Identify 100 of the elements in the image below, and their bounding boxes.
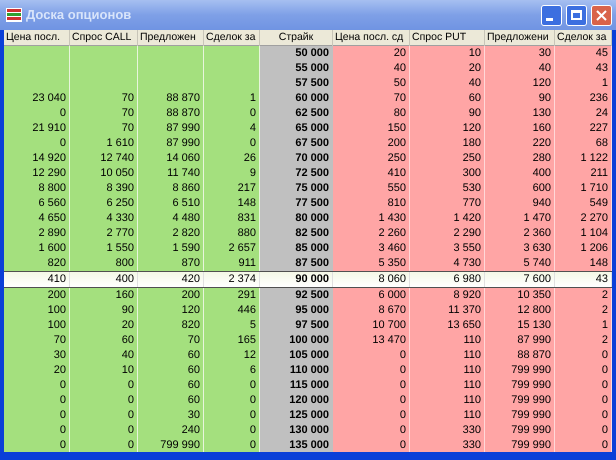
table-cell: 110: [463, 335, 481, 346]
table-cell: 831: [238, 213, 256, 224]
table-row[interactable]: 57 500 50 40 120 1: [4, 76, 612, 91]
table-row[interactable]: 21 910 70 87 990 4 65 000 150 120 160 227: [4, 121, 612, 136]
table-cell: 10: [122, 365, 134, 376]
table-cell: 4: [250, 123, 256, 134]
table-cell: 550: [388, 183, 406, 194]
table-cell: 26: [244, 153, 256, 164]
table-cell: 87 990: [166, 123, 200, 134]
table-cell: 1 550: [106, 243, 134, 254]
table-cell: 110: [463, 365, 481, 376]
strike-cell: 92 500: [295, 290, 329, 301]
table-cell: 200: [182, 290, 200, 301]
table-row[interactable]: 8 800 8 390 8 860 217 75 000 550 530 600 1 710: [4, 181, 612, 196]
table-cell: 330: [462, 425, 481, 436]
table-row[interactable]: 23 040 70 88 870 1 60 000 70 60 90 236: [4, 91, 612, 106]
table-row[interactable]: 410 400 420 2 374 90 000 8 060 6 980 7 600 43: [4, 271, 612, 288]
strike-cell: 120 000: [289, 395, 329, 406]
table-cell: 2 657: [228, 243, 256, 254]
table-row[interactable]: 4 650 4 330 4 480 831 80 000 1 430 1 420 1 470 2 270: [4, 211, 612, 226]
table-cell: 1: [250, 93, 256, 104]
table-cell: 70: [122, 93, 134, 104]
table-cell: 0: [602, 440, 608, 451]
table-cell: 4 650: [38, 213, 66, 224]
table-cell: 1 122: [580, 153, 608, 164]
table-cell: 820: [182, 320, 200, 331]
table-row[interactable]: 200 160 200 291 92 500 6 000 8 920 10 350 2: [4, 288, 612, 303]
table-row[interactable]: 50 000 20 10 30 45: [4, 46, 612, 61]
table-cell: 217: [238, 183, 256, 194]
table-row[interactable]: 0 70 88 870 0 62 500 80 90 130 24: [4, 106, 612, 121]
table-cell: 20: [54, 365, 66, 376]
table-cell: 70: [54, 335, 66, 346]
table-row[interactable]: 14 920 12 740 14 060 26 70 000 250 250 280 1 122: [4, 151, 612, 166]
table-row[interactable]: 30 40 60 12 105 000 0 110 88 870 0: [4, 348, 612, 363]
table-cell: 2 270: [580, 213, 608, 224]
strike-cell: 125 000: [289, 410, 329, 421]
table-cell: 880: [238, 228, 256, 239]
table-cell: 10 350: [517, 290, 551, 301]
table-cell: 88 870: [166, 108, 200, 119]
table-row[interactable]: 0 1 610 87 990 0 67 500 200 180 220 68: [4, 136, 612, 151]
table-cell: 8 920: [453, 290, 481, 301]
table-cell: 68: [596, 138, 608, 149]
table-cell: 0: [602, 410, 608, 421]
table-cell: 110: [463, 380, 481, 391]
table-cell: 4 330: [106, 213, 134, 224]
table-row[interactable]: 0 0 30 0 125 000 0 110 799 990 0: [4, 408, 612, 423]
table-row[interactable]: 70 60 70 165 100 000 13 470 110 87 990 2: [4, 333, 612, 348]
table-cell: 0: [602, 395, 608, 406]
strike-cell: 50 000: [295, 48, 329, 59]
minimize-button[interactable]: [541, 4, 562, 26]
table-cell: 870: [182, 258, 200, 269]
table-cell: 165: [238, 335, 256, 346]
table-row[interactable]: 1 600 1 550 1 590 2 657 85 000 3 460 3 550 3 630 1 206: [4, 241, 612, 256]
table-cell: 40: [394, 63, 406, 74]
table-row[interactable]: 100 90 120 446 95 000 8 670 11 370 12 800 2: [4, 303, 612, 318]
table-cell: 0: [250, 425, 256, 436]
table-cell: 5 350: [378, 258, 406, 269]
table-cell: 0: [602, 425, 608, 436]
table-cell: 13 650: [447, 320, 481, 331]
table-cell: 12 800: [517, 305, 551, 316]
table-cell: 410: [388, 168, 406, 179]
table-cell: 24: [596, 108, 608, 119]
strike-cell: 90 000: [295, 274, 329, 285]
table-row[interactable]: 6 560 6 250 6 510 148 77 500 810 770 940 549: [4, 196, 612, 211]
table-cell: 110: [463, 350, 481, 361]
table-cell: 40: [122, 350, 134, 361]
table-row[interactable]: 0 0 60 0 115 000 0 110 799 990 0: [4, 378, 612, 393]
table-cell: 250: [388, 153, 406, 164]
table-row[interactable]: 100 20 820 5 97 500 10 700 13 650 15 130 1: [4, 318, 612, 333]
table-cell: 0: [60, 380, 66, 391]
table-row[interactable]: 0 0 799 990 0 135 000 0 330 799 990 0: [4, 438, 612, 452]
table-cell: 227: [590, 123, 608, 134]
table-cell: 1 470: [523, 213, 551, 224]
table-cell: 8 860: [172, 183, 200, 194]
table-row[interactable]: 2 890 2 770 2 820 880 82 500 2 260 2 290 2 360 1 104: [4, 226, 612, 241]
table-row[interactable]: 0 0 240 0 130 000 0 330 799 990 0: [4, 423, 612, 438]
table-cell: 799 990: [511, 395, 551, 406]
table-cell: 180: [462, 138, 481, 149]
window-title: Доска опционов: [26, 6, 132, 24]
table-cell: 799 990: [511, 440, 551, 451]
table-row[interactable]: 820 800 870 911 87 500 5 350 4 730 5 740 148: [4, 256, 612, 271]
strike-cell: 80 000: [295, 213, 329, 224]
table-cell: 70: [122, 108, 134, 119]
table-cell: 45: [596, 48, 608, 59]
table-row[interactable]: 20 10 60 6 110 000 0 110 799 990 0: [4, 363, 612, 378]
maximize-button[interactable]: [566, 4, 587, 26]
table-cell: 0: [250, 108, 256, 119]
strike-cell: 97 500: [295, 320, 329, 331]
close-button[interactable]: [591, 4, 612, 26]
table-cell: 1 710: [580, 183, 608, 194]
table-cell: 8 800: [38, 183, 66, 194]
table-row[interactable]: 55 000 40 20 40 43: [4, 61, 612, 76]
table-cell: 1 206: [580, 243, 608, 254]
strike-cell: 82 500: [295, 228, 329, 239]
table-row[interactable]: 12 290 10 050 11 740 9 72 500 410 300 400 211: [4, 166, 612, 181]
strike-cell: 60 000: [295, 93, 329, 104]
table-row[interactable]: 0 0 60 0 120 000 0 110 799 990 0: [4, 393, 612, 408]
table-cell: 6 560: [38, 198, 66, 209]
strike-cell: 65 000: [295, 123, 329, 134]
table-cell: 12 290: [32, 168, 66, 179]
